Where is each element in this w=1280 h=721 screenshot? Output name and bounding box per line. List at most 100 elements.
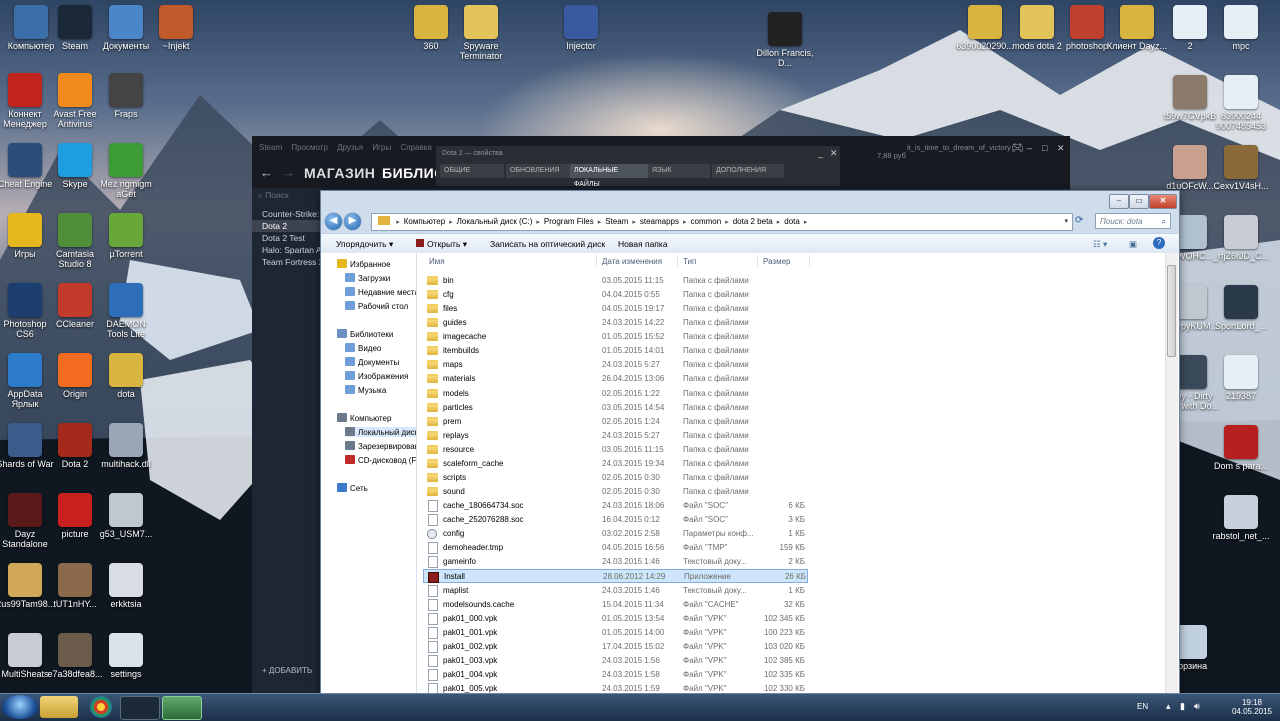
explorer-maximize-button[interactable]: ▭ — [1129, 194, 1149, 209]
breadcrumb-arrow-icon[interactable]: ▸ — [775, 215, 783, 230]
column-divider[interactable] — [809, 255, 810, 267]
file-row[interactable]: replays 24.03.2015 5:27 Папка с файлами — [423, 429, 808, 443]
steam-game-item[interactable]: Dota 2 Test — [252, 232, 322, 244]
breadcrumb-segment[interactable]: Компьютер — [402, 214, 447, 230]
file-row[interactable]: maps 24.03.2015 5:27 Папка с файлами — [423, 358, 808, 372]
language-indicator[interactable]: EN — [1137, 702, 1148, 711]
minimize-icon[interactable]: – — [1027, 143, 1032, 153]
file-row[interactable]: sound 02.05.2015 0:30 Папка с файлами — [423, 485, 808, 499]
column-divider[interactable] — [596, 255, 597, 267]
refresh-icon[interactable]: ⟳ — [1075, 215, 1083, 226]
breadcrumb-arrow-icon[interactable]: ▸ — [447, 215, 455, 230]
forward-arrow-icon[interactable]: → — [282, 165, 295, 180]
vertical-scrollbar[interactable] — [1165, 253, 1178, 695]
explorer-minimize-button[interactable]: – — [1109, 194, 1129, 209]
maximize-icon[interactable]: □ — [1042, 143, 1047, 153]
nav-item[interactable]: CD-дисковод (F:) — [345, 455, 416, 465]
desktop-icon[interactable]: g53_USM7... — [95, 493, 157, 539]
desktop-icon[interactable]: dota — [95, 353, 157, 399]
breadcrumb-segment[interactable]: dota — [782, 214, 802, 230]
desktop-icon[interactable]: Mez ngmigm aGet — [95, 143, 157, 199]
dialog-tab[interactable]: ДОПОЛНЕНИЯ — [712, 164, 784, 178]
breadcrumb-arrow-icon[interactable]: ▸ — [802, 215, 810, 230]
breadcrumb[interactable]: ▸ Компьютер ▸ Локальный диск (C:) ▸ Program F… — [371, 213, 1073, 231]
desktop-icon[interactable]: mpc — [1210, 5, 1272, 51]
breadcrumb-arrow-icon[interactable]: ▸ — [534, 215, 542, 230]
file-row[interactable]: config 03.02.2015 2:58 Параметры конф... 1 … — [423, 527, 808, 541]
taskbar-active-app-icon[interactable] — [162, 696, 202, 720]
nav-group-computer[interactable]: Компьютер — [337, 413, 416, 423]
taskbar-steam-icon[interactable] — [120, 696, 160, 720]
nav-item[interactable]: Документы — [345, 357, 416, 367]
breadcrumb-segment[interactable]: Program Files — [542, 214, 596, 230]
file-row[interactable]: materials 26.04.2015 13:06 Папка с файлами — [423, 372, 808, 386]
taskbar-chrome-icon[interactable] — [90, 696, 112, 718]
steam-store-tab[interactable]: МАГАЗИН — [304, 165, 375, 181]
forward-button[interactable]: ▶ — [344, 213, 361, 230]
steam-game-item[interactable]: Dota 2 — [252, 220, 322, 232]
nav-item[interactable]: Недавние места — [345, 287, 416, 297]
desktop-icon[interactable]: Cexv1V4sH... — [1210, 145, 1272, 191]
nav-item[interactable]: Изображения — [345, 371, 416, 381]
column-divider[interactable] — [757, 255, 758, 267]
taskbar-explorer-icon[interactable] — [40, 696, 78, 718]
steam-menu-help[interactable]: Справка — [400, 143, 431, 152]
desktop-icon[interactable]: SportLord_... — [1210, 285, 1272, 331]
column-date[interactable]: Дата изменения — [602, 257, 662, 266]
breadcrumb-arrow-icon[interactable]: ▸ — [681, 215, 689, 230]
steam-menu-steam[interactable]: Steam — [259, 143, 282, 152]
steam-search[interactable]: ⌕ Поиск — [258, 190, 316, 202]
desktop-icon[interactable]: _rfjZ6rJD_C... — [1210, 215, 1272, 261]
nav-item[interactable]: Зарезервировано системой — [345, 441, 416, 451]
column-divider[interactable] — [677, 255, 678, 267]
nav-item[interactable]: Музыка — [345, 385, 416, 395]
file-row[interactable]: Install 28.06.2012 14:29 Приложение 26 КБ — [423, 569, 808, 584]
steam-menu-games[interactable]: Игры — [372, 143, 391, 152]
desktop-icon[interactable]: µTorrent — [95, 213, 157, 259]
desktop-icon[interactable]: DAEMON Tools Lite — [95, 283, 157, 339]
steam-game-item[interactable]: Counter-Strike: — [252, 208, 322, 220]
dialog-tab[interactable]: ЯЗЫК — [648, 164, 710, 178]
steam-game-item[interactable]: Team Fortress 2 — [252, 256, 322, 268]
file-row[interactable]: modelsounds.cache 15.04.2015 11:34 Файл "C… — [423, 598, 808, 612]
file-row[interactable]: files 04.05.2015 19:17 Папка с файлами — [423, 302, 808, 316]
clock[interactable]: 19:18 04.05.2015 — [1232, 698, 1272, 716]
file-row[interactable]: models 02.05.2015 1:22 Папка с файлами — [423, 387, 808, 401]
breadcrumb-arrow-icon[interactable]: ▸ — [630, 215, 638, 230]
file-row[interactable]: cache_252076288.soc 16.04.2015 0:12 Файл "… — [423, 513, 808, 527]
dialog-tab[interactable]: ОБЩИЕ — [440, 164, 504, 178]
file-row[interactable]: demoheader.tmp 04.05.2015 16:56 Файл "TMP"… — [423, 541, 808, 555]
breadcrumb-segment[interactable]: common — [689, 214, 724, 230]
breadcrumb-segment[interactable]: steamapps — [638, 214, 681, 230]
dialog-tab[interactable]: ЛОКАЛЬНЫЕ ФАЙЛЫ — [570, 164, 648, 188]
file-row[interactable]: bin 03.05.2015 11:15 Папка с файлами — [423, 274, 808, 288]
desktop-icon[interactable]: Dillon Francis, D... — [754, 12, 816, 68]
column-name[interactable]: Имя — [429, 257, 445, 266]
dialog-close-icon[interactable]: ✕ — [830, 148, 838, 159]
file-row[interactable]: pak01_000.vpk 01.05.2015 13:54 Файл "VPK" 1… — [423, 612, 808, 626]
file-row[interactable]: scripts 02.05.2015 0:30 Папка с файлами — [423, 471, 808, 485]
start-button[interactable] — [2, 695, 38, 719]
breadcrumb-arrow-icon[interactable]: ▸ — [723, 215, 731, 230]
file-row[interactable]: scaleform_cache 24.03.2015 19:34 Папка с ф… — [423, 457, 808, 471]
file-row[interactable]: cfg 04.04.2015 0:55 Папка с файлами — [423, 288, 808, 302]
preview-pane-icon[interactable]: ▣ — [1129, 239, 1137, 250]
file-row[interactable]: pak01_004.vpk 24.03.2015 1:58 Файл "VPK" 10… — [423, 668, 808, 682]
desktop-icon[interactable]: Dom s para... — [1210, 425, 1272, 471]
desktop-icon[interactable]: Fraps — [95, 73, 157, 119]
explorer-window[interactable]: – ▭ ✕ ◀ ▶ ▸ Компьютер ▸ Локальный диск (C:)… — [320, 190, 1180, 696]
nav-item[interactable]: Рабочий стол — [345, 301, 416, 311]
desktop-icon[interactable]: Injector — [550, 5, 612, 51]
explorer-close-button[interactable]: ✕ — [1149, 194, 1177, 209]
close-icon[interactable]: ✕ — [1057, 143, 1065, 154]
scrollbar-thumb[interactable] — [1167, 265, 1176, 357]
open-button[interactable]: Открыть ▾ — [416, 239, 467, 250]
steam-add-game-button[interactable]: + ДОБАВИТЬ — [262, 666, 312, 675]
desktop-icon[interactable]: Spyware Terminator — [450, 5, 512, 61]
new-folder-button[interactable]: Новая папка — [618, 239, 668, 249]
steam-game-item[interactable]: Halo: Spartan A — [252, 244, 322, 256]
breadcrumb-segment[interactable]: dota 2 beta — [731, 214, 775, 230]
desktop-icon[interactable]: settings — [95, 633, 157, 679]
desktop-icon[interactable]: 63900244 9007485453 — [1210, 75, 1272, 131]
steam-menu-view[interactable]: Просмотр — [291, 143, 328, 152]
